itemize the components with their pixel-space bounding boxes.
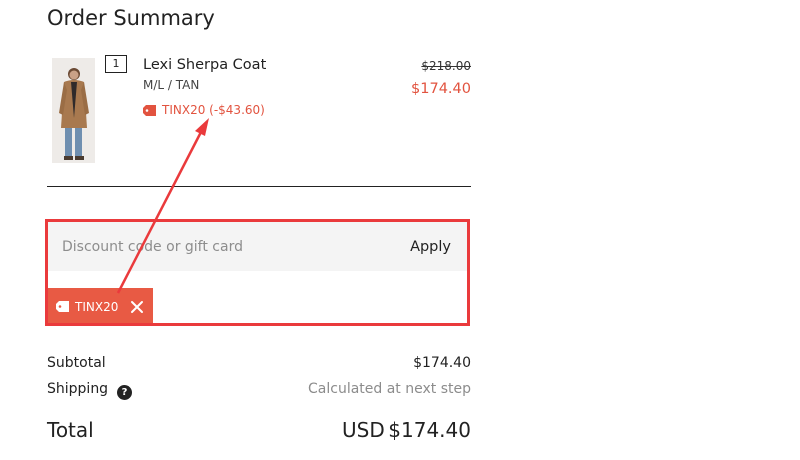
subtotal-label: Subtotal <box>47 355 106 371</box>
order-summary-title: Order Summary <box>47 6 215 30</box>
item-discount-label: TINX20 (-$43.60) <box>162 103 265 117</box>
quantity-badge: 1 <box>105 55 127 73</box>
help-icon[interactable]: ? <box>117 385 132 400</box>
tag-icon <box>143 104 156 116</box>
shipping-value: Calculated at next step <box>308 381 471 397</box>
shipping-label: Shipping <box>47 381 109 397</box>
item-discount: TINX20 (-$43.60) <box>143 103 265 117</box>
divider <box>47 186 471 187</box>
product-variant: M/L / TAN <box>143 78 200 92</box>
total-label: Total <box>47 418 94 442</box>
subtotal-value: $174.40 <box>413 355 471 371</box>
sale-price: $174.40 <box>411 81 471 97</box>
annotation-highlight-box <box>45 219 470 326</box>
total-currency: USD <box>342 418 385 442</box>
product-name: Lexi Sherpa Coat <box>143 57 267 73</box>
total-value: $174.40 <box>388 418 471 442</box>
product-thumbnail <box>52 58 95 163</box>
original-price: $218.00 <box>421 59 471 73</box>
